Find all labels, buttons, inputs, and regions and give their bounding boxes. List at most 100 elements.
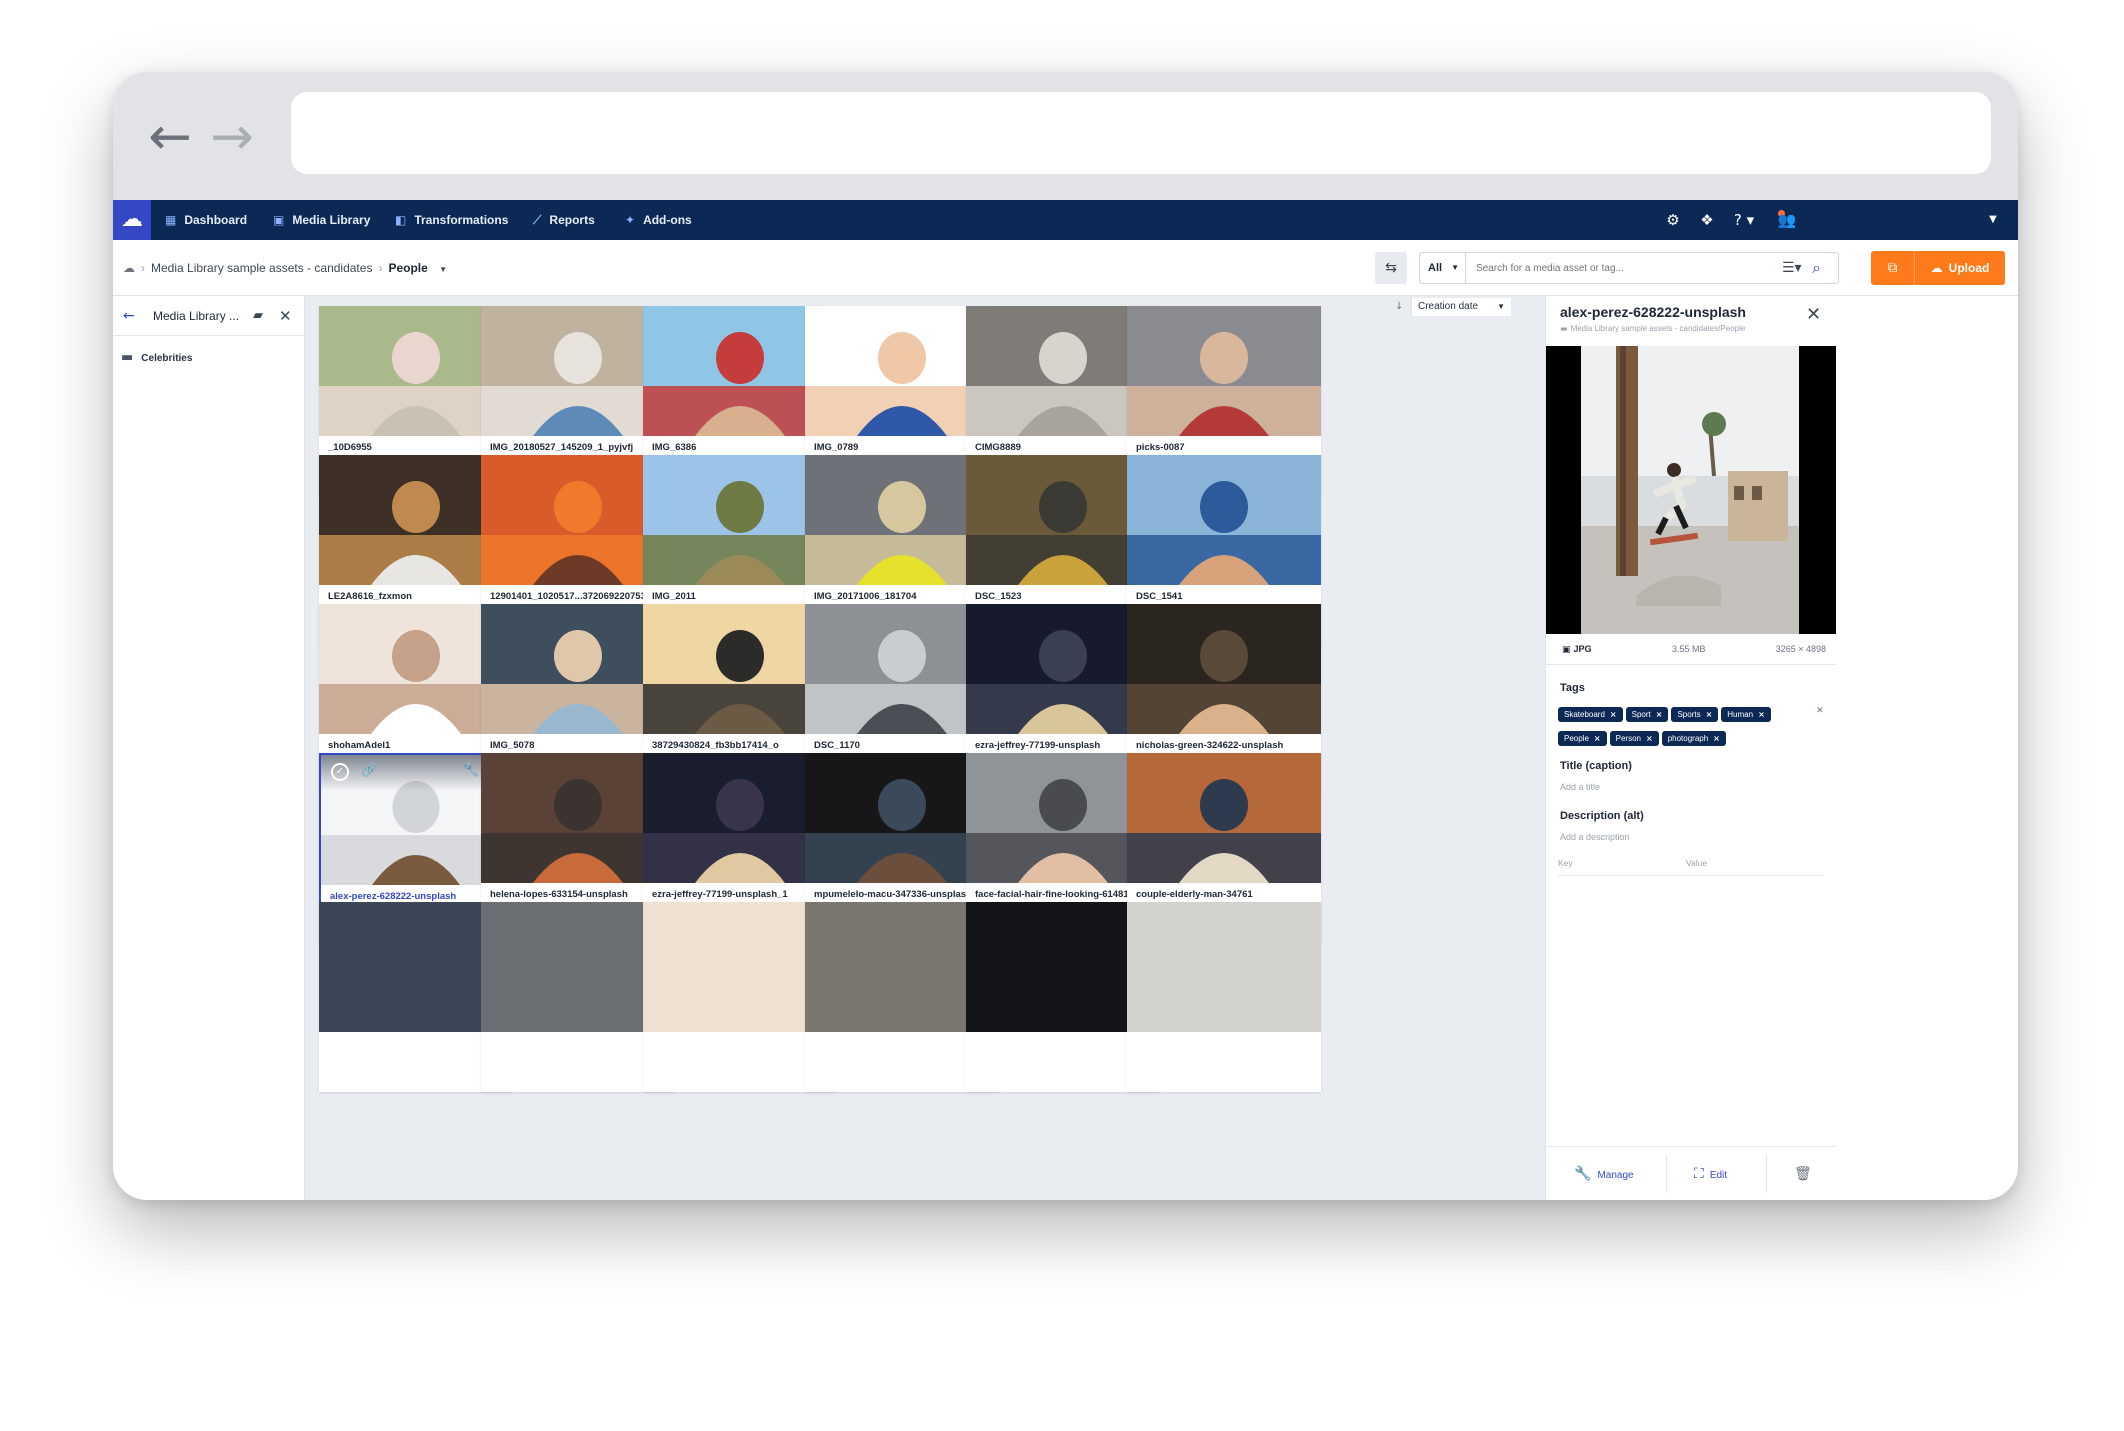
asset-name: alex-perez-628222-unsplash (330, 891, 457, 902)
asset-name: IMG_5078 (490, 740, 535, 751)
details-size: 3.55 MB (1672, 644, 1706, 654)
manage-button[interactable]: 🔧 Manage (1574, 1147, 1634, 1200)
details-title: alex-perez-628222-unsplash (1560, 304, 1746, 320)
tag-chip[interactable]: Skateboard × (1558, 707, 1623, 722)
wrench-icon[interactable]: 🔧 (463, 763, 479, 778)
asset-card[interactable] (1127, 902, 1321, 1092)
settings-gear-icon[interactable]: ⚙ (1661, 200, 1685, 240)
nav-item-dashboard[interactable]: ▦ Dashboard (165, 200, 247, 240)
details-folder-path: ▬ Media Library sample assets - candidate… (1560, 324, 1746, 333)
sidebar-title: Media Library ... (153, 309, 240, 323)
asset-name: IMG_6386 (652, 442, 697, 453)
tags-label: Tags (1560, 682, 1585, 694)
asset-thumbnail (1127, 306, 1321, 436)
asset-name: IMG_0789 (814, 442, 859, 453)
clear-tags-icon[interactable]: ✕ (1816, 706, 1824, 716)
asset-name: _10D6955 (328, 442, 372, 453)
asset-name: IMG_2011 (652, 591, 696, 602)
nav-item-reports[interactable]: ⟋ Reports (533, 200, 595, 240)
asset-thumbnail (1127, 455, 1321, 585)
details-actions: 🔧 Manage ⛶ Edit 🗑 (1546, 1146, 1836, 1200)
metadata-key-input[interactable]: Key (1558, 858, 1573, 868)
remove-tag-icon[interactable]: × (1594, 734, 1601, 743)
asset-name: 38729430824_fb3bb17414_o (652, 740, 779, 751)
metadata-key-value-row: Key Value (1558, 856, 1824, 876)
address-bar[interactable] (291, 92, 1991, 174)
upload-button[interactable]: ☁ Upload (1915, 251, 2005, 285)
asset-name: ezra-jeffrey-77199-unsplash (975, 740, 1101, 751)
asset-name: DSC_1541 (1136, 591, 1183, 602)
asset-name: nicholas-green-324622-unsplash (1136, 740, 1284, 751)
sidebar-close-icon[interactable]: ✕ (279, 296, 292, 336)
asset-name: shohamAdel1 (328, 740, 391, 751)
remove-tag-icon[interactable]: × (1713, 734, 1720, 743)
sidebar-folder-celebrities[interactable]: ▬ Celebrities (121, 348, 192, 368)
caption-input[interactable]: Add a title (1560, 782, 1600, 792)
metadata-value-input[interactable]: Value (1686, 858, 1707, 868)
notifications-icon[interactable]: ❖ (1695, 200, 1719, 240)
breadcrumb-menu-chevron-icon[interactable]: ▼ (439, 265, 447, 274)
folder-sidebar: ← Media Library ... ▰ ✕ ▬ Celebrities (113, 296, 305, 1200)
edit-button[interactable]: ⛶ Edit (1694, 1147, 1727, 1200)
search-scope-select[interactable]: All ▼ (1420, 253, 1466, 283)
link-icon[interactable]: 🔗 (361, 763, 377, 778)
tag-chip[interactable]: Human × (1721, 707, 1771, 722)
action-divider (1666, 1155, 1667, 1193)
tag-chip[interactable]: Person × (1609, 731, 1659, 746)
browser-window: ← → ☁ ▦ Dashboard ▣ Media Library ◧ Transform… (113, 72, 2018, 1200)
filter-sliders-icon[interactable]: ☰▾ (1782, 253, 1802, 283)
details-format: ▣ JPG (1562, 644, 1592, 655)
back-arrow-icon[interactable]: ← (143, 110, 197, 164)
delete-trash-icon[interactable]: 🗑 (1794, 1147, 1818, 1200)
toolbar: ☁ › Media Library sample assets - candidat… (113, 240, 2018, 296)
upload-screen-icon[interactable]: ⧉ (1871, 251, 1915, 285)
checkmark-icon[interactable]: ✓ (331, 763, 349, 781)
tag-chip[interactable]: People × (1558, 731, 1607, 746)
alt-description-label: Description (alt) (1560, 810, 1644, 822)
account-chevron-down-icon[interactable]: ▼ (1981, 200, 2005, 240)
top-navigation: ☁ ▦ Dashboard ▣ Media Library ◧ Transformatio… (113, 200, 2018, 240)
asset-name: helena-lopes-633154-unsplash (490, 889, 628, 900)
remove-tag-icon[interactable]: × (1758, 710, 1765, 719)
forward-arrow-icon[interactable]: → (205, 110, 259, 164)
asset-thumbnail (1127, 902, 1321, 1032)
help-icon[interactable]: ? ▾ (1727, 200, 1761, 240)
new-folder-icon[interactable]: ▰ (253, 296, 263, 336)
nav-item-transformations[interactable]: ◧ Transformations (395, 200, 508, 240)
caption-label: Title (caption) (1560, 760, 1632, 772)
details-divider (1546, 664, 1836, 665)
remove-tag-icon[interactable]: × (1706, 710, 1713, 719)
cloud-logo-icon[interactable]: ☁ (113, 200, 151, 240)
nav-item-media-library[interactable]: ▣ Media Library (273, 200, 370, 240)
reports-icon: ⟋ (533, 213, 542, 227)
details-close-icon[interactable]: ✕ (1806, 304, 1821, 325)
breadcrumb-parent[interactable]: Media Library sample assets - candidates (151, 261, 372, 275)
alt-description-input[interactable]: Add a description (1560, 832, 1630, 842)
view-toggle-button[interactable]: ⇆ (1375, 252, 1407, 284)
search-box: All▼ ☰▾ ⌕ (1419, 252, 1839, 284)
remove-tag-icon[interactable]: × (1646, 734, 1653, 743)
tag-chip[interactable]: Sports × (1671, 707, 1719, 722)
sort-select[interactable]: Creation date ▼ (1411, 298, 1511, 316)
media-library-icon: ▣ (273, 213, 285, 227)
users-icon[interactable]: 👥 (1775, 200, 1799, 240)
asset-name: mpumelelo-macu-347336-unsplash (814, 889, 972, 900)
asset-name: couple-elderly-man-34761 (1136, 889, 1253, 900)
nav-item-add-ons[interactable]: ✦ Add-ons (625, 200, 692, 240)
asset-name: DSC_1170 (814, 740, 860, 751)
search-input[interactable] (1476, 253, 1776, 283)
search-icon[interactable]: ⌕ (1812, 253, 1821, 283)
sidebar-back-arrow-icon[interactable]: ← (123, 296, 135, 336)
folder-icon: ▬ (121, 350, 134, 365)
tag-chip[interactable]: Sport × (1625, 707, 1669, 722)
tag-chip[interactable]: photograph × (1661, 731, 1726, 746)
asset-name: picks-0087 (1136, 442, 1185, 453)
action-divider (1766, 1155, 1767, 1193)
asset-name: LE2A8616_fzxmon (328, 591, 412, 602)
asset-name: 12901401_1020517...372069220753_o (490, 591, 657, 602)
remove-tag-icon[interactable]: × (1610, 710, 1617, 719)
sort-direction-icon[interactable]: ↓ (1395, 296, 1403, 318)
breadcrumb-current: People (388, 261, 428, 275)
cloud-root-icon[interactable]: ☁ (123, 261, 135, 275)
remove-tag-icon[interactable]: × (1656, 710, 1663, 719)
